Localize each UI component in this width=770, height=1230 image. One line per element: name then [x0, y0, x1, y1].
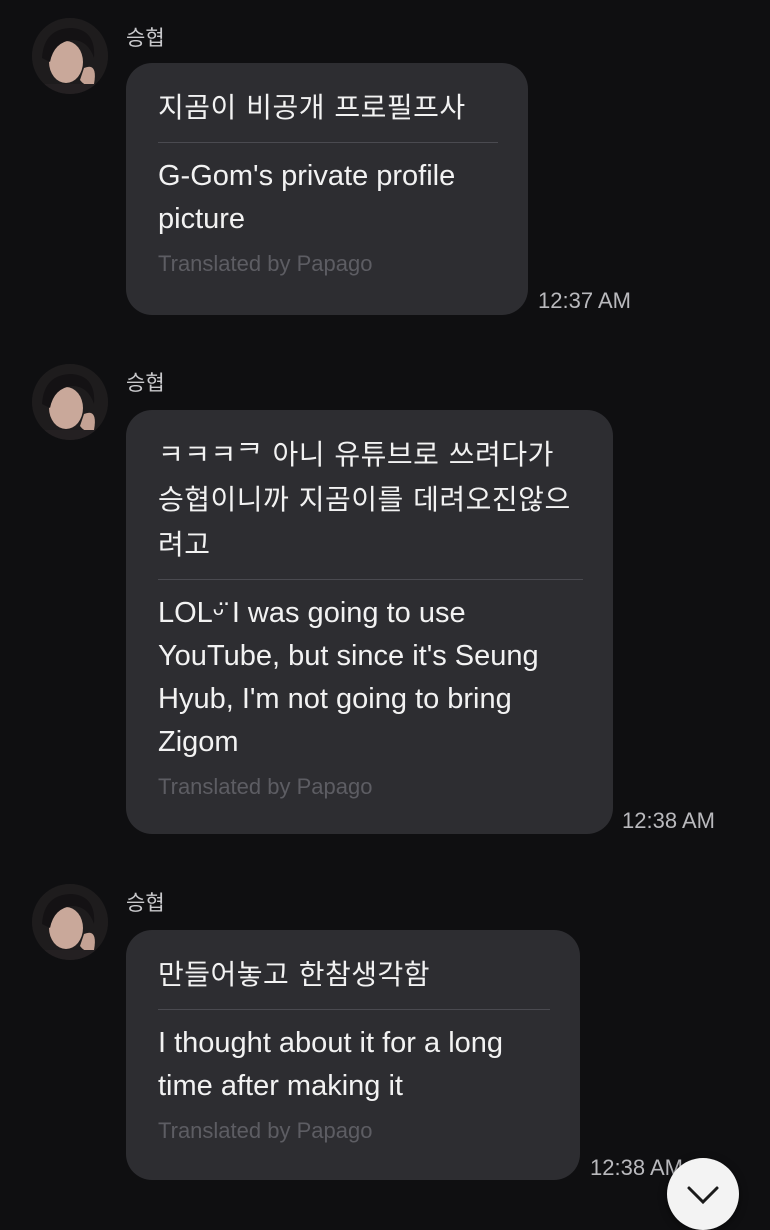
chevron-down-icon	[687, 1186, 719, 1205]
avatar[interactable]	[32, 364, 108, 440]
message-bubble[interactable]: 지곰이 비공개 프로필프사 G-Gom's private profile pi…	[126, 63, 528, 315]
translated-text: G-Gom's private profile picture	[158, 160, 456, 235]
sender-name: 승협	[126, 891, 165, 915]
original-text: ㅋㅋㅋᄏ 아니 유튜브로 쓰려다가 승협이니까 지곰이를 데려오진않으려고	[158, 438, 571, 561]
original-text: 만들어놓고 한참생각함	[158, 958, 431, 991]
avatar[interactable]	[32, 18, 108, 94]
message-bubble[interactable]: ㅋㅋㅋᄏ 아니 유튜브로 쓰려다가 승협이니까 지곰이를 데려오진않으려고 LO…	[126, 410, 613, 834]
avatar[interactable]	[32, 884, 108, 960]
translation-credit: Translated by Papago	[158, 251, 373, 276]
original-text: 지곰이 비공개 프로필프사	[158, 91, 466, 124]
divider	[158, 1009, 550, 1010]
translation-credit: Translated by Papago	[158, 1118, 373, 1143]
timestamp: 12:37 AM	[538, 288, 631, 313]
divider	[158, 579, 583, 580]
timestamp: 12:38 AM	[622, 808, 715, 833]
message-bubble[interactable]: 만들어놓고 한참생각함 I thought about it for a lon…	[126, 930, 580, 1180]
sender-name: 승협	[126, 26, 165, 50]
scroll-to-bottom-button[interactable]	[667, 1158, 739, 1230]
translated-text: LOLᵕ̈ I was going to use YouTube, but si…	[158, 597, 539, 758]
sender-name: 승협	[126, 371, 165, 395]
translation-credit: Translated by Papago	[158, 774, 373, 799]
translated-text: I thought about it for a long time after…	[158, 1027, 504, 1102]
divider	[158, 142, 498, 143]
